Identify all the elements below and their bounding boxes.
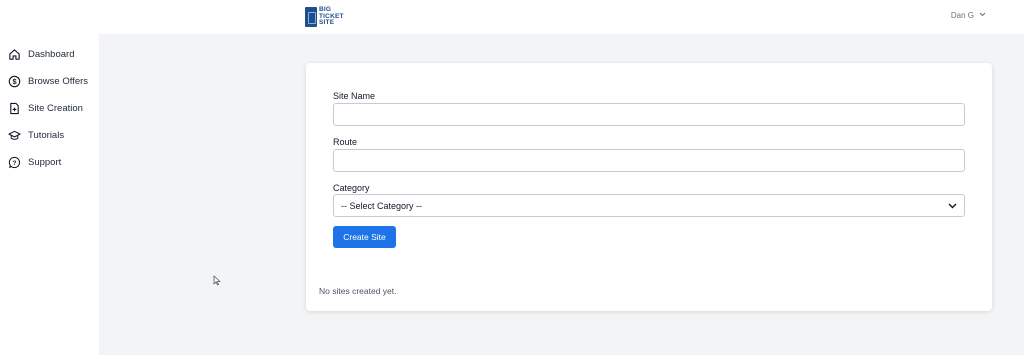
ticket-logo-icon [305, 7, 317, 27]
sidebar-item-label: Browse Offers [28, 76, 89, 87]
sidebar-item-label: Support [28, 157, 62, 168]
dollar-circle-icon: $ [8, 75, 21, 88]
svg-text:?: ? [13, 160, 17, 167]
category-selected-value: -- Select Category -- [341, 200, 423, 211]
sidebar-item-label: Site Creation [28, 103, 83, 114]
svg-text:$: $ [12, 77, 17, 86]
sidebar-item-tutorials[interactable]: Tutorials [0, 122, 99, 149]
route-label: Route [333, 137, 358, 147]
home-icon [8, 48, 21, 61]
empty-sites-message: No sites created yet. [319, 286, 397, 296]
site-creation-card: Site Name Route Category -- Select Categ… [306, 63, 992, 311]
logo[interactable]: BIG TICKET SITE [305, 6, 344, 28]
create-site-button[interactable]: Create Site [333, 226, 396, 248]
sidebar: Dashboard $ Browse Offers Site Creation … [0, 34, 99, 355]
graduation-cap-icon [8, 129, 21, 142]
sidebar-item-browse-offers[interactable]: $ Browse Offers [0, 68, 99, 95]
sidebar-item-support[interactable]: ? Support [0, 149, 99, 176]
site-name-input[interactable] [333, 103, 965, 126]
route-input[interactable] [333, 149, 965, 172]
logo-text: BIG TICKET SITE [319, 7, 344, 27]
top-bar: BIG TICKET SITE Dan G [0, 0, 1024, 34]
mouse-pointer-icon [213, 273, 221, 286]
category-label: Category [333, 183, 370, 193]
site-name-label: Site Name [333, 91, 376, 101]
sidebar-item-label: Tutorials [28, 130, 65, 141]
sidebar-item-dashboard[interactable]: Dashboard [0, 41, 99, 68]
chevron-down-icon [979, 12, 986, 19]
chevron-down-icon [948, 201, 957, 211]
question-bubble-icon: ? [8, 156, 21, 169]
user-menu[interactable]: Dan G [951, 11, 986, 20]
logo-line-3: SITE [319, 19, 335, 27]
sidebar-item-site-creation[interactable]: Site Creation [0, 95, 99, 122]
user-name: Dan G [950, 11, 974, 20]
sidebar-item-label: Dashboard [28, 49, 75, 60]
file-plus-icon [8, 102, 21, 115]
category-select[interactable]: -- Select Category -- [333, 194, 965, 217]
